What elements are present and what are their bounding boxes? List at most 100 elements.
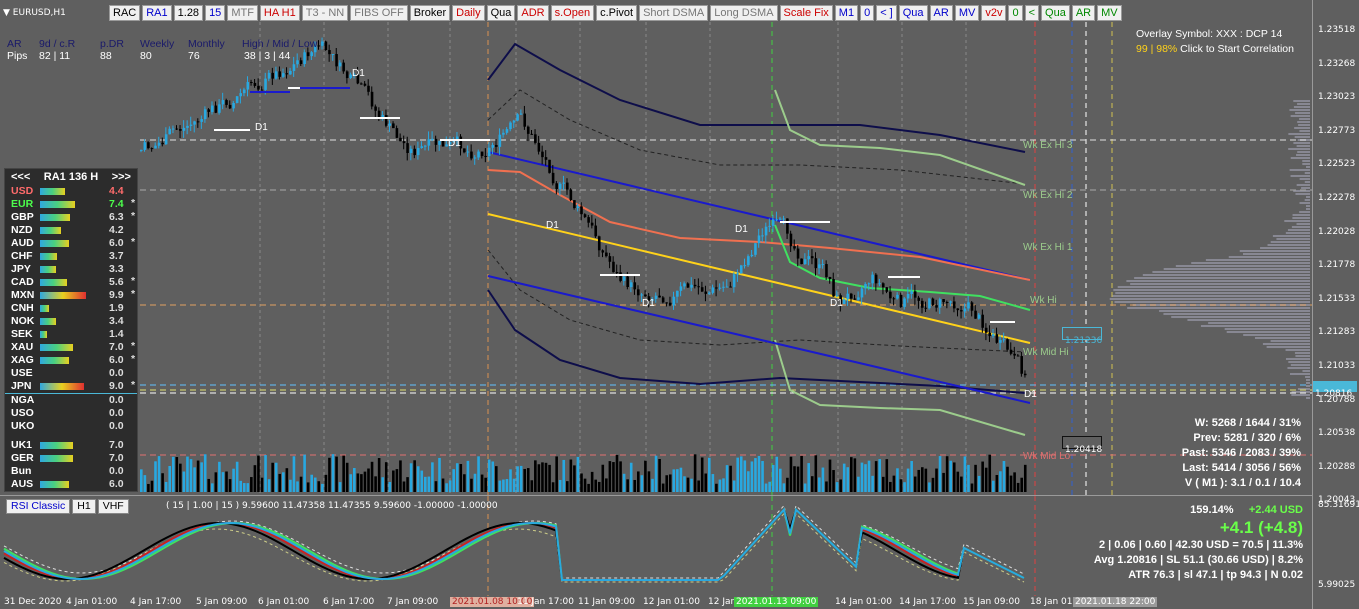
strength-row-uk1: UK1 7.0 [5,439,137,452]
toolbar-button-m1[interactable]: M1 [834,5,859,21]
volume-profile-bar [1297,121,1310,123]
volume-bar [530,480,534,492]
toolbar-button-v2v[interactable]: v2v [981,5,1007,21]
strength-bar [40,266,56,273]
correlation-action[interactable]: Click to Start Correlation [1177,43,1294,55]
volume-bar [708,457,711,492]
volume-bar [413,460,416,492]
volume-bar [818,477,821,492]
volume-profile-bar [1285,358,1310,360]
candle-body [516,114,519,121]
volume-bar [285,468,289,492]
strength-next-button[interactable]: >>> [112,171,131,183]
candle-body [171,128,175,130]
toolbar-button-fibs-off[interactable]: FIBS OFF [350,5,408,21]
toolbar-button-0[interactable]: 0 [1008,5,1023,21]
candle-body [654,295,658,299]
toolbar-button-ra1[interactable]: RA1 [142,5,172,21]
overlay-info[interactable]: Overlay Symbol: XXX : DCP 14 99 | 98% Cl… [1136,28,1294,55]
toolbar-button-scale-fix[interactable]: Scale Fix [779,5,833,21]
candle-body [328,50,331,55]
candle-body [537,142,541,152]
candle-body [232,102,235,109]
volume-bar [992,480,995,492]
toolbar-button-mv[interactable]: MV [1097,5,1122,21]
candle-body [264,78,267,90]
strength-row-aud: AUD 6.0 * [5,236,137,250]
volume-bar [825,481,828,492]
toolbar-button-[interactable]: < ] [876,5,897,21]
volume-profile-bar [1208,322,1310,324]
volume-profile-bar [1293,142,1310,144]
toolbar-button-1-28[interactable]: 1.28 [173,5,204,21]
position-panel: 159.14% +2.44 USD +4.1 (+4.8) 2 | 0.06 |… [1094,503,1303,583]
vhf-tab[interactable]: VHF [97,499,129,514]
strength-value: 0.0 [109,465,124,477]
rsi-classic-tab[interactable]: RSI Classic [6,499,71,514]
volume-bar [438,457,441,492]
toolbar-button-ar[interactable]: AR [1071,5,1096,21]
candle-body [505,129,509,133]
candle-body [977,314,981,319]
candle-body [157,142,161,146]
candle-body [700,287,704,292]
candle-body [473,157,477,159]
toolbar-button-daily[interactable]: Daily [452,5,485,21]
volume-bar [974,464,977,492]
volume-bar [267,479,271,492]
candle-body [431,138,434,140]
candle-body [345,71,349,79]
toolbar-button-0[interactable]: 0 [860,5,875,21]
candle-body [708,292,711,294]
toolbar-button-adr[interactable]: ADR [517,5,549,21]
strength-star: * [131,275,136,287]
volume-bar [832,470,835,492]
volume-profile-bar [1295,355,1310,357]
toolbar-button-s-open[interactable]: s.Open [550,5,595,21]
volume-bar [1009,475,1013,492]
toolbar-button-qua[interactable]: Qua [898,5,928,21]
candle-body [338,62,342,67]
time-tick: 4 Jan 01:00 [66,597,118,607]
candle-body [367,85,370,92]
timeframe-tab[interactable]: H1 [72,499,96,514]
candle-body [342,62,345,72]
volume-bar [629,462,633,492]
candle-body [360,83,363,85]
candle-body [793,246,796,249]
header-label-pdr: p.DR [100,38,124,50]
volume-bar [597,481,601,492]
candle-body [1002,339,1006,341]
toolbar-button-ar[interactable]: AR [929,5,953,21]
toolbar-button-t3-nn[interactable]: T3 - NN [301,5,349,21]
toolbar-button-qua[interactable]: Qua [486,5,516,21]
toolbar-button-mv[interactable]: MV [954,5,980,21]
toolbar-button-c-pivot[interactable]: c.Pivot [596,5,638,21]
toolbar-button-[interactable]: < [1024,5,1040,21]
volume-profile-bar [1299,202,1310,204]
strength-row-nok: NOK 3.4 [5,315,137,328]
toolbar-button-qua[interactable]: Qua [1041,5,1070,21]
volume-bar [140,469,143,492]
volume-bar [317,481,321,492]
strength-bar [40,188,65,195]
toolbar-button-broker[interactable]: Broker [409,5,451,21]
toolbar-button-15[interactable]: 15 [205,5,226,21]
toolbar-button-long-dsma[interactable]: Long DSMA [710,5,778,21]
candle-body [704,291,708,294]
toolbar-button-mtf[interactable]: MTF [227,5,258,21]
volume-bar [970,483,974,492]
volume-bar [960,476,963,492]
volume-bar [448,480,452,492]
toolbar-button-short-dsma[interactable]: Short DSMA [639,5,709,21]
toolbar-button-rac[interactable]: RAC [109,5,141,21]
d1-label: D1 [1024,389,1037,400]
price-chart[interactable] [0,0,1312,496]
volume-bar [601,464,605,492]
candle-body [402,141,406,144]
price-tick: 1.23268 [1318,58,1356,69]
candle-body [186,125,189,128]
volume-bar [853,458,857,492]
toolbar-button-ha-h1[interactable]: HA H1 [259,5,300,21]
strength-prev-button[interactable]: <<< [11,171,30,183]
